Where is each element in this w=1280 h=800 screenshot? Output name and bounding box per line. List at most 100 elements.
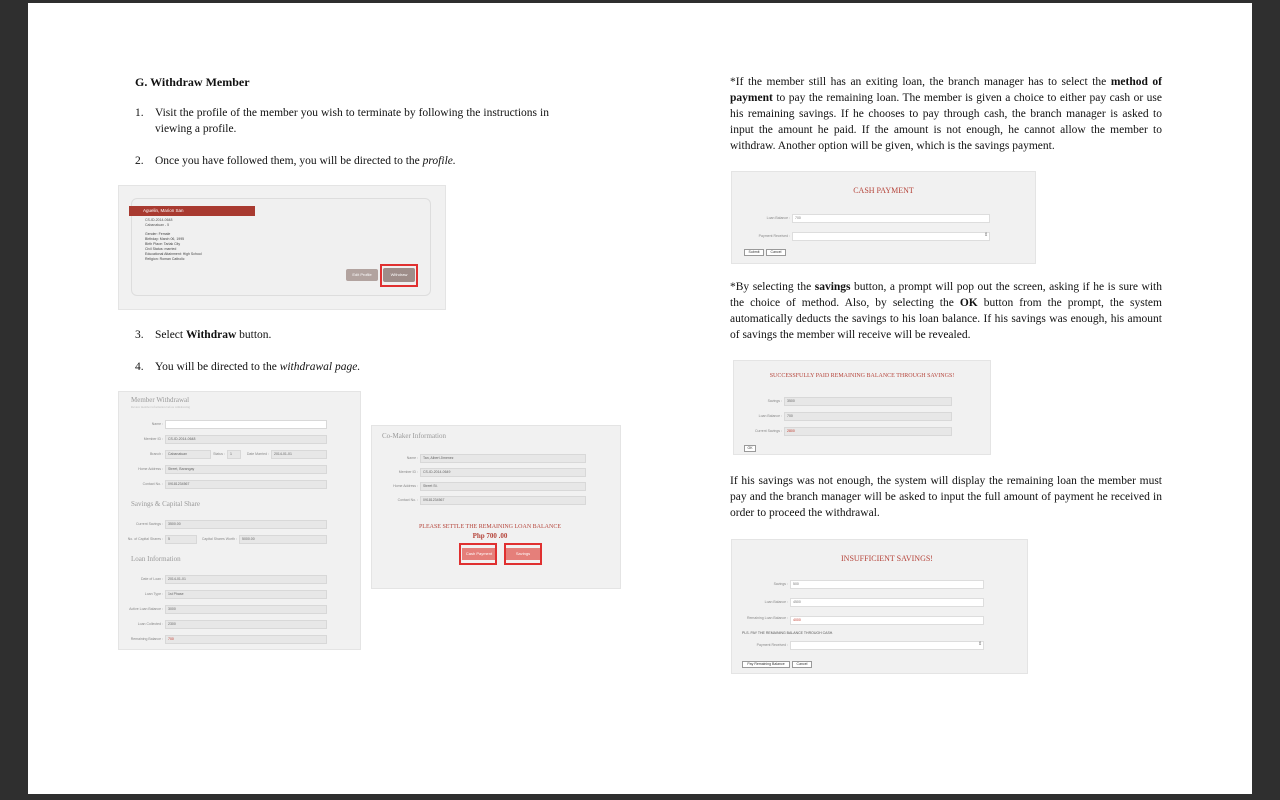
step-number: 3. <box>135 329 144 341</box>
step-number: 1. <box>135 107 144 119</box>
field-label: Loan Balance : <box>766 216 790 220</box>
step-number: 4. <box>135 361 144 373</box>
stepper-icon: ⇕ <box>984 232 989 238</box>
withdraw-highlight <box>380 264 418 287</box>
step-text: Once you have followed them, you will be… <box>155 155 423 167</box>
field-label: Payment Received : <box>756 643 788 647</box>
step-text: button. <box>236 329 272 341</box>
paragraph-savings-option: *By selecting the savings button, a prom… <box>730 279 1162 343</box>
field-label: Active Loan Balance : <box>129 607 163 611</box>
field-label: Savings : <box>773 582 788 586</box>
field-label: Member ID : <box>143 437 163 441</box>
section-title: G. Withdraw Member <box>135 75 250 89</box>
detail-line: Religion: Roman Catholic <box>145 257 185 261</box>
savings-highlight <box>504 543 542 565</box>
field-label: Status : <box>213 452 225 456</box>
profile-sub-text: Cabanatuan - 5 <box>145 223 170 227</box>
withdrawal-page-screenshot: Member Withdrawal Review member informat… <box>118 391 361 650</box>
loan-collected-field: 2300 <box>165 620 327 629</box>
field-label: Contact No. : <box>397 498 418 502</box>
field-label: Current Savings : <box>754 429 782 433</box>
field-label: Branch : <box>149 452 163 456</box>
remaining-amount: Php 700 .00 <box>472 532 508 540</box>
comaker-id-field: CS-ID-2014-0649 <box>420 468 586 477</box>
profile-screenshot: Aguelin, Marion San CS-ID-2014-0648 Caba… <box>118 185 446 310</box>
payment-received-input[interactable] <box>792 232 990 241</box>
loan-type-field: 1st Phase <box>165 590 327 599</box>
field-label: Name : <box>406 456 418 460</box>
current-savings-field: 3500.00 <box>165 520 327 529</box>
insufficient-loan-field: 4500 <box>790 598 984 607</box>
comaker-title: Co-Maker Information <box>382 432 446 440</box>
current-savings-field: 2800 <box>784 427 952 436</box>
insufficient-title: INSUFFICIENT SAVINGS! <box>841 554 933 563</box>
member-id-field: CS-ID-2014-0648 <box>165 435 327 444</box>
active-loan-field: 3000 <box>165 605 327 614</box>
para-strong: savings <box>814 281 851 293</box>
field-label: Contact No. : <box>142 482 163 486</box>
loan-section-title: Loan Information <box>131 555 181 563</box>
field-label: Loan Balance : <box>758 414 782 418</box>
field-label: Savings : <box>767 399 782 403</box>
para-strong: OK <box>959 297 978 309</box>
success-screenshot: SUCCESSFULLY PAID REMAINING BALANCE THRO… <box>733 360 991 455</box>
field-label: Home Address : <box>138 467 163 471</box>
document-page: G. Withdraw Member 1. Visit the profile … <box>28 3 1252 794</box>
comaker-name-field: Tan, Albert Jimenez <box>420 454 586 463</box>
remaining-loan-field: 4000 <box>790 616 984 625</box>
date-married-field: 2014-01-01 <box>271 450 327 459</box>
loan-balance-field: 700 <box>784 412 952 421</box>
step-text: You will be directed to the <box>155 361 280 373</box>
paragraph-method-of-payment: *If the member still has an exiting loan… <box>730 74 1162 154</box>
field-label: Capital Shares Worth : <box>201 537 237 541</box>
loan-balance-field: 700 <box>792 214 990 223</box>
field-label: No. of Capital Shares : <box>127 537 163 541</box>
submit-button[interactable]: Submit <box>744 249 764 256</box>
step-number: 2. <box>135 155 144 167</box>
ok-button[interactable]: OK <box>744 445 756 452</box>
savings-field: 3500 <box>784 397 952 406</box>
field-label: Remaining Balance : <box>130 637 163 641</box>
field-label: Date of Loan : <box>141 577 163 581</box>
para-text: *If the member still has an exiting loan… <box>730 76 1111 88</box>
edit-profile-button[interactable]: Edit Profile <box>346 269 378 281</box>
field-label: Current Savings : <box>135 522 163 526</box>
comaker-contact-field: 09181234567 <box>420 496 586 505</box>
paragraph-insufficient: If his savings was not enough, the syste… <box>730 475 1162 519</box>
field-label: Date Married : <box>246 452 269 456</box>
step-text: Select <box>155 329 186 341</box>
step-emphasis: withdrawal page. <box>279 361 361 373</box>
step-emphasis: profile. <box>422 155 456 167</box>
comaker-address-field: Street St. <box>420 482 586 491</box>
insufficient-cancel-button[interactable]: Cancel <box>792 661 812 668</box>
insufficient-payment-input[interactable] <box>790 641 984 650</box>
insufficient-screenshot: INSUFFICIENT SAVINGS! Savings : 500 Loan… <box>731 539 1028 674</box>
profile-details: Gender: Female Birthday: March 06, 1995 … <box>145 232 202 262</box>
savings-section-title: Savings & Capital Share <box>131 500 201 508</box>
stepper-icon: ⇕ <box>978 641 983 647</box>
field-label: Name : <box>151 422 163 426</box>
step-text: Visit the profile of the member you wish… <box>155 107 549 135</box>
capital-shares-field: 5 <box>165 535 197 544</box>
success-title: SUCCESSFULLY PAID REMAINING BALANCE THRO… <box>769 373 955 379</box>
step-4: 4. You will be directed to the withdrawa… <box>135 359 549 375</box>
contact-field: 09181234567 <box>165 480 327 489</box>
para-text: to pay the remaining loan. The member is… <box>730 92 1162 152</box>
step-3: 3. Select Withdraw button. <box>135 327 549 343</box>
cash-payment-title: CASH PAYMENT <box>853 186 914 195</box>
date-of-loan-field: 2014-01-01 <box>165 575 327 584</box>
step-strong: Withdraw <box>185 329 237 341</box>
withdrawal-subtitle: Review member information before withdra… <box>131 405 190 409</box>
step-1: 1. Visit the profile of the member you w… <box>135 105 549 137</box>
insufficient-savings-field: 500 <box>790 580 984 589</box>
comaker-screenshot: Co-Maker Information Name : Tan, Albert … <box>371 425 621 589</box>
pay-remaining-balance-button[interactable]: Pay Remaining Balance <box>742 661 790 668</box>
cash-payment-screenshot: CASH PAYMENT Loan Balance : 700 Payment … <box>731 171 1036 264</box>
pay-through-cash-note: PLS. PAY THE REMAINING BALANCE THROUGH C… <box>742 631 834 635</box>
cash-payment-highlight <box>459 543 497 565</box>
profile-name-banner: Aguelin, Marion San <box>129 206 255 216</box>
capital-worth-field: 5000.00 <box>239 535 327 544</box>
cancel-button[interactable]: Cancel <box>766 249 786 256</box>
profile-id: CS-ID-2014-0648 Cabanatuan - 5 <box>145 218 172 228</box>
field-label: Loan Type : <box>144 592 163 596</box>
